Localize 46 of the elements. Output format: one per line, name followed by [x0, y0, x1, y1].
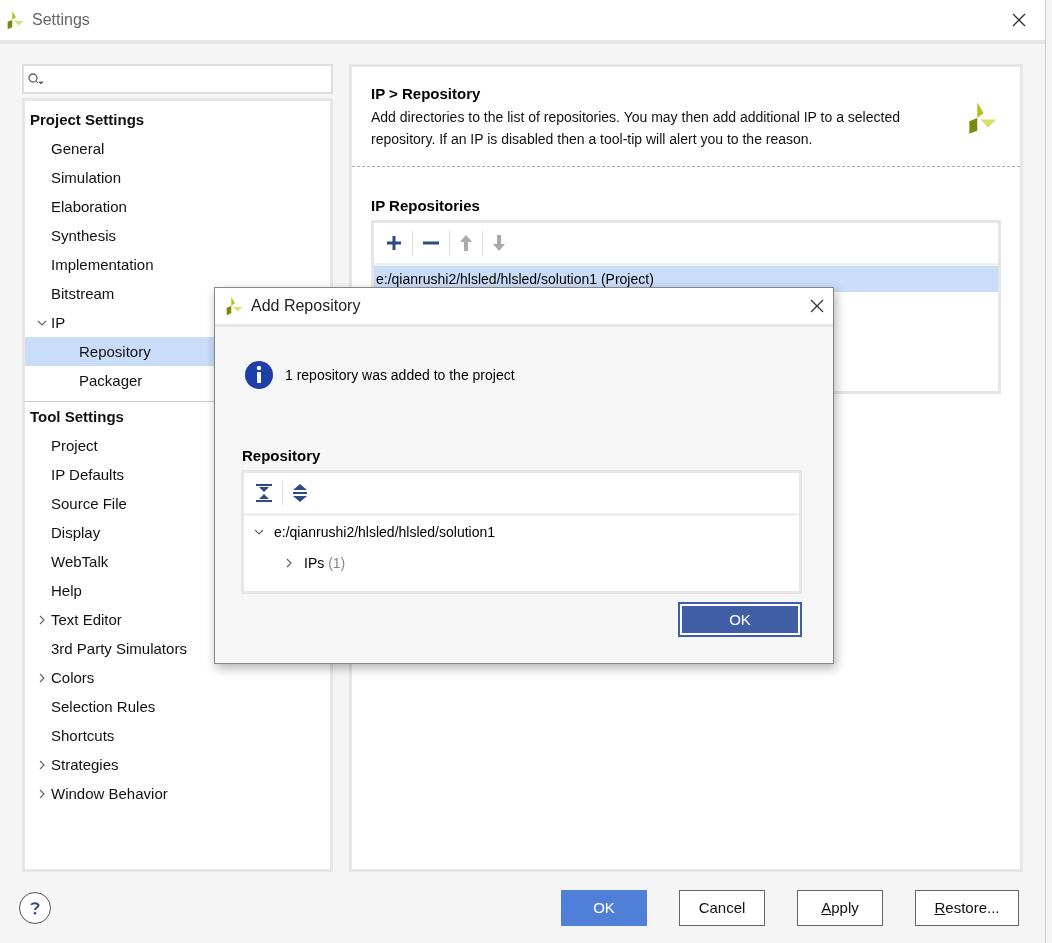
- search-field[interactable]: [22, 64, 333, 94]
- tree-item[interactable]: Window Behavior: [25, 779, 330, 808]
- chevron-right-icon[interactable]: [37, 789, 47, 799]
- tree-item[interactable]: Implementation: [25, 250, 330, 279]
- chevron-down-icon[interactable]: [37, 318, 47, 328]
- page-heading: IP > Repository: [371, 85, 482, 102]
- tree-item[interactable]: General: [25, 134, 330, 163]
- arrow-up-icon: [460, 235, 472, 251]
- help-button[interactable]: [19, 891, 51, 924]
- tree-item[interactable]: Shortcuts: [25, 721, 330, 750]
- ok-button[interactable]: OK: [678, 602, 802, 637]
- section-heading: Repository: [242, 447, 322, 464]
- search-icon: [28, 73, 44, 85]
- tree-item[interactable]: Text Editor: [25, 605, 330, 634]
- info-message: 1 repository was added to the project: [285, 367, 515, 383]
- section-heading: Project Settings: [29, 110, 146, 130]
- tree-item[interactable]: Elaboration: [25, 192, 330, 221]
- info-icon: [245, 361, 273, 389]
- tree-item[interactable]: Synthesis: [25, 221, 330, 250]
- chevron-right-icon[interactable]: [37, 615, 47, 625]
- close-icon[interactable]: [1011, 12, 1027, 28]
- chevron-right-icon[interactable]: [37, 673, 47, 683]
- chevron-right-icon[interactable]: [37, 760, 47, 770]
- plus-icon: [386, 235, 402, 251]
- question-icon: [30, 900, 40, 915]
- chevron-right-icon[interactable]: [284, 557, 294, 568]
- collapse-all-icon: [256, 484, 272, 502]
- dialog-button[interactable]: OK: [561, 889, 647, 926]
- tree-item[interactable]: Simulation: [25, 163, 330, 192]
- tree-item[interactable]: Strategies: [25, 750, 330, 779]
- tree-item[interactable]: Selection Rules: [25, 692, 330, 721]
- close-icon[interactable]: [809, 298, 825, 314]
- dialog-button[interactable]: Cancel: [679, 889, 765, 926]
- minus-icon: [423, 241, 439, 245]
- arrow-down-icon: [493, 235, 505, 251]
- expand-all-icon: [293, 484, 307, 502]
- section-heading: Tool Settings: [29, 407, 125, 427]
- page-description: Add directories to the list of repositories. You may then add additional IP to a selected repository. If an IP is disabled then a tool-tip will alert you to the reason.: [371, 108, 901, 149]
- window-title: Settings: [32, 11, 91, 29]
- tree-item[interactable]: Colors: [25, 663, 330, 692]
- tree-node[interactable]: IPs (1): [244, 547, 799, 578]
- dialog-button[interactable]: Restore...: [915, 889, 1019, 926]
- section-heading: IP Repositories: [371, 197, 481, 214]
- dialog-title: Add Repository: [251, 297, 362, 315]
- tree-node[interactable]: e:/qianrushi2/hlsled/hlsled/solution1: [244, 516, 799, 547]
- dialog-button[interactable]: Apply: [797, 889, 883, 926]
